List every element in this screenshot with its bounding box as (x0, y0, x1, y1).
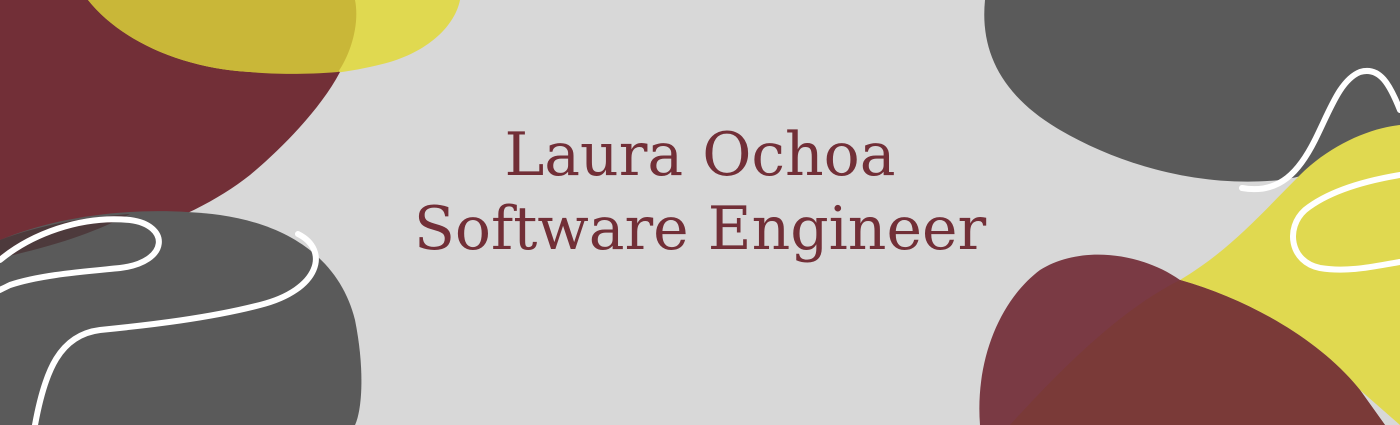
profile-banner: Laura Ochoa Software Engineer (0, 0, 1400, 425)
job-title: Software Engineer (413, 194, 987, 264)
person-name: Laura Ochoa (504, 120, 896, 190)
title-block: Laura Ochoa Software Engineer (0, 118, 1400, 266)
